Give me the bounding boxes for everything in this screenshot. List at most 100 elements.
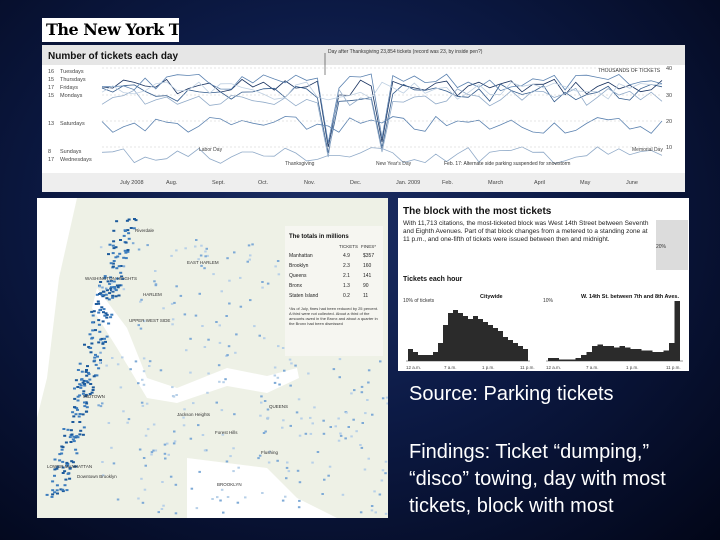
totals-title: The totals in millions (289, 234, 349, 240)
map-dot (386, 402, 388, 405)
map-dot (137, 324, 140, 327)
map-dot (98, 330, 102, 333)
map-dot (206, 391, 209, 394)
map-dot (140, 401, 144, 404)
map-dot (194, 314, 198, 317)
map-dot (53, 474, 56, 477)
citywide-bar (498, 331, 503, 361)
block-hist-label: W. 14th St. between 7th and 8th Aves. (581, 294, 679, 300)
map-dot (86, 381, 90, 384)
borough-name-2: Queens (289, 273, 307, 279)
map-dot (381, 397, 385, 400)
map-dot (304, 432, 308, 435)
map-dot (338, 376, 341, 379)
map-dot (71, 411, 75, 414)
map-dot (359, 511, 363, 514)
map-dot (219, 499, 222, 502)
day-label-2: Fridays (60, 85, 78, 91)
map-dot (385, 396, 388, 399)
map-dot (127, 418, 131, 421)
map-dot (143, 488, 147, 491)
map-dot (344, 437, 347, 440)
map-dot (114, 256, 118, 259)
totals-header-tickets: TICKETS (339, 244, 358, 249)
map-dot (111, 244, 115, 247)
block-bar (663, 350, 669, 361)
block-bar (630, 349, 636, 361)
map-dot (76, 408, 79, 411)
map-dot (118, 284, 121, 287)
map-dot (298, 499, 301, 502)
map-dot (175, 249, 178, 252)
map-dot (141, 501, 145, 504)
map-dot (332, 368, 336, 371)
block-bar (603, 346, 609, 361)
map-dot (160, 508, 164, 510)
map-dot (60, 452, 64, 455)
map-dot (144, 464, 147, 467)
map-dot (228, 279, 231, 282)
month-8: March (488, 180, 503, 186)
map-dot (179, 294, 183, 297)
citywide-bar (488, 325, 493, 361)
borough-tickets-3: 1.3 (343, 283, 350, 289)
block-bar (636, 349, 642, 361)
map-dot (109, 262, 113, 265)
map-dot (112, 286, 116, 289)
map-dot (112, 260, 116, 262)
map-dot (81, 413, 85, 416)
map-dot (124, 257, 128, 260)
hourly-title: Tickets each hour (403, 276, 463, 283)
map-dot (103, 337, 106, 340)
map-dot (361, 422, 364, 424)
map-dot (370, 505, 374, 507)
map-dot (145, 402, 149, 405)
map-dot (355, 430, 358, 433)
citywide-bar (453, 310, 458, 361)
map-dot (53, 458, 57, 461)
map-dot (309, 432, 313, 435)
map-dot (217, 364, 221, 367)
map-dot (137, 382, 140, 385)
map-dot (96, 300, 100, 303)
map-dot (79, 384, 83, 387)
map-dot (76, 436, 80, 439)
borough-name-3: Bronx (289, 283, 303, 289)
map-dot (192, 402, 195, 405)
map-dot (297, 398, 301, 401)
map-dot (141, 378, 144, 381)
map-dot (281, 426, 284, 429)
map-dot (117, 265, 121, 268)
map-dot (100, 293, 104, 296)
map-dot (276, 260, 280, 262)
map-dot (364, 412, 367, 415)
map-dot (337, 417, 340, 420)
map-dot (91, 336, 95, 339)
map-dot (222, 511, 225, 514)
map-dot (100, 306, 104, 309)
map-dot (182, 424, 186, 427)
map-dot (114, 289, 118, 292)
map-dot (154, 449, 158, 452)
map-dot (55, 484, 59, 487)
map-dot (83, 405, 87, 408)
citywide-bar (428, 355, 433, 361)
map-dot (89, 383, 93, 385)
totals-footnote: *As of July, fines had been reduced by 2… (289, 306, 379, 326)
map-dot (60, 448, 64, 451)
map-dot (173, 301, 176, 304)
map-dot (226, 496, 230, 498)
map-dot (144, 434, 148, 437)
map-dot (137, 248, 141, 251)
map-dot (119, 239, 122, 241)
map-dot (189, 371, 192, 374)
map-label-1: WASHINGTON HEIGHTS (85, 276, 137, 281)
month-1: Aug. (166, 180, 178, 186)
map-dot (138, 448, 142, 451)
block-bar (548, 358, 554, 361)
map-dot (150, 453, 153, 456)
map-label-0: Riverdale (135, 228, 155, 233)
map-dot (173, 430, 176, 433)
map-dot (148, 360, 152, 363)
map-dot (233, 251, 236, 254)
